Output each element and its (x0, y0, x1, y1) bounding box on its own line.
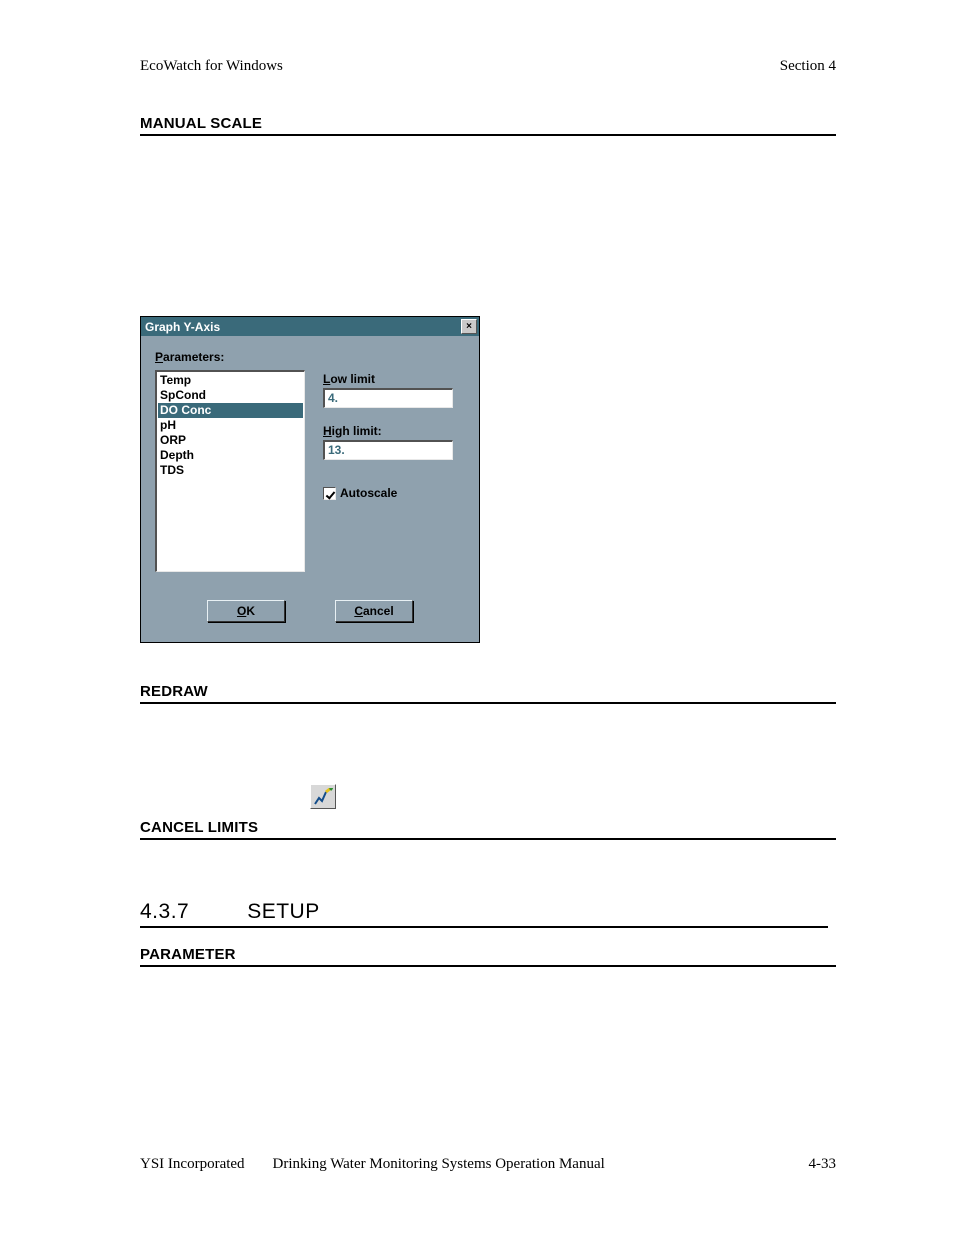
heading-setup-number: 4.3.7 (140, 900, 189, 924)
high-limit-input[interactable]: 13. (323, 440, 453, 460)
list-item[interactable]: ORP (158, 433, 303, 448)
dialog-title: Graph Y-Axis (145, 320, 220, 334)
heading-setup: 4.3.7 SETUP (140, 900, 828, 928)
list-item[interactable]: TDS (158, 463, 303, 478)
list-item[interactable]: pH (158, 418, 303, 433)
heading-manual-scale: MANUAL SCALE (140, 115, 836, 136)
graph-y-axis-dialog: Graph Y-Axis × Parameters: TempSpCondDO … (140, 316, 480, 643)
heading-cancel-limits: CANCEL LIMITS (140, 819, 836, 840)
low-limit-label: Low limit (323, 372, 465, 386)
list-item[interactable]: Depth (158, 448, 303, 463)
low-limit-input[interactable]: 4. (323, 388, 453, 408)
footer-page-number: 4-33 (809, 1156, 837, 1173)
parameters-listbox[interactable]: TempSpCondDO ConcpHORPDepthTDS (155, 370, 305, 572)
footer-manual-title: Drinking Water Monitoring Systems Operat… (273, 1156, 605, 1173)
footer-company: YSI Incorporated (140, 1156, 245, 1173)
redraw-toolbar-icon[interactable] (310, 784, 336, 809)
close-icon[interactable]: × (461, 319, 477, 334)
header-right: Section 4 (780, 58, 836, 75)
parameters-label: Parameters: (155, 350, 465, 364)
high-limit-label: High limit: (323, 424, 465, 438)
list-item[interactable]: Temp (158, 373, 303, 388)
list-item[interactable]: DO Conc (158, 403, 303, 418)
autoscale-label: Autoscale (340, 486, 397, 500)
cancel-button[interactable]: Cancel (335, 600, 413, 622)
dialog-titlebar: Graph Y-Axis × (141, 317, 479, 336)
heading-redraw: REDRAW (140, 683, 836, 704)
ok-button[interactable]: OK (207, 600, 285, 622)
autoscale-checkbox[interactable] (323, 487, 336, 500)
heading-parameter: PARAMETER (140, 946, 836, 967)
list-item[interactable]: SpCond (158, 388, 303, 403)
heading-setup-text: SETUP (247, 900, 320, 924)
header-left: EcoWatch for Windows (140, 58, 283, 75)
